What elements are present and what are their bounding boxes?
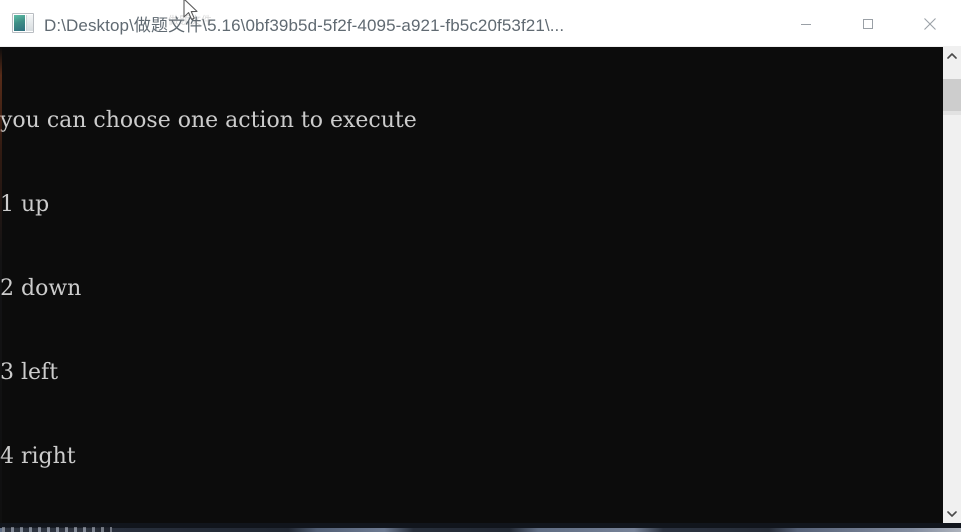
- chevron-down-icon: [947, 511, 957, 517]
- console-text: you can choose one action to execute 1 u…: [0, 51, 417, 523]
- maximize-button[interactable]: [837, 0, 899, 47]
- console-line: 2 down: [0, 276, 82, 301]
- icon-left-pane: [14, 15, 25, 31]
- icon-right-pane: [26, 15, 33, 31]
- close-button[interactable]: [899, 0, 961, 47]
- window-controls: [775, 0, 961, 47]
- minimize-icon: [801, 23, 811, 25]
- console-window-icon: [12, 13, 34, 33]
- scrollbar-track[interactable]: [943, 65, 961, 505]
- close-icon: [924, 17, 936, 30]
- background-artifact: 做题文件: [168, 14, 212, 27]
- console-output-area[interactable]: you can choose one action to execute 1 u…: [0, 47, 943, 523]
- minimize-button[interactable]: [775, 0, 837, 47]
- taskbar-highlight: [0, 528, 961, 532]
- console-line: 4 right: [0, 444, 76, 469]
- console-line: 1 up: [0, 192, 50, 217]
- taskbar-strip[interactable]: [0, 523, 961, 532]
- maximize-icon: [863, 18, 873, 29]
- console-line: 3 left: [0, 360, 59, 385]
- window-title: D:\Desktop\做题文件\5.16\0bf39b5d-5f2f-4095-…: [44, 15, 565, 35]
- scrollbar-thumb[interactable]: [943, 79, 961, 111]
- console-window: D:\Desktop\做题文件\5.16\0bf39b5d-5f2f-4095-…: [0, 0, 961, 532]
- chevron-up-icon: [947, 53, 957, 59]
- taskbar-icon-group[interactable]: [2, 527, 112, 532]
- vertical-scrollbar[interactable]: [943, 47, 961, 523]
- title-bar: D:\Desktop\做题文件\5.16\0bf39b5d-5f2f-4095-…: [0, 0, 961, 47]
- scrollbar-thumb-shadow: [943, 111, 961, 115]
- console-line: you can choose one action to execute: [0, 108, 417, 133]
- scroll-down-button[interactable]: [943, 505, 961, 523]
- scroll-up-button[interactable]: [943, 47, 961, 65]
